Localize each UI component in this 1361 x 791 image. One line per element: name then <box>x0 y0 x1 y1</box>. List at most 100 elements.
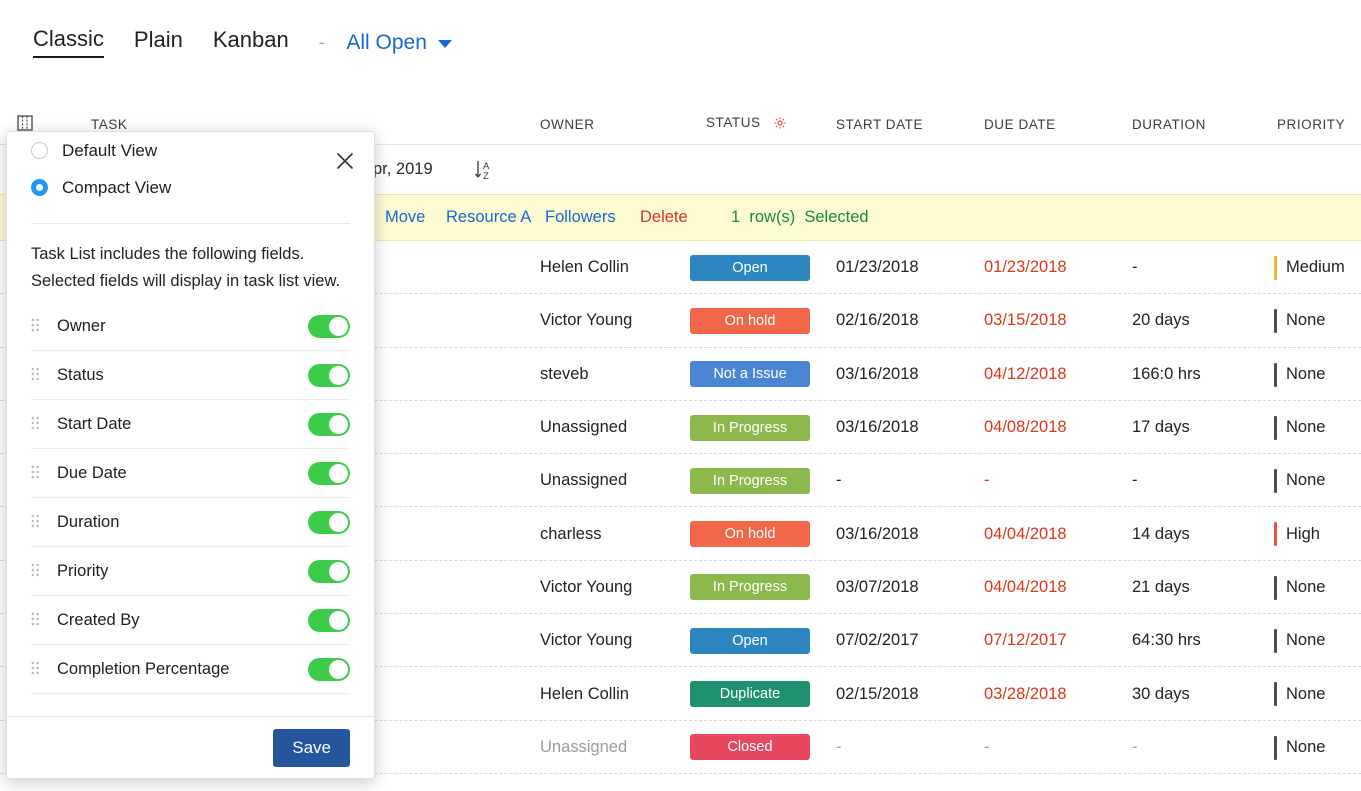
priority-label: None <box>1286 311 1326 330</box>
priority-color-bar <box>1274 415 1277 440</box>
cell-status[interactable]: Open <box>690 241 810 294</box>
cell-due-date: 01/23/2018 <box>984 258 1067 277</box>
view-tab-plain[interactable]: Plain <box>134 28 183 56</box>
cell-due-date: - <box>984 471 990 490</box>
view-tab-bar: Classic Plain Kanban - All Open <box>0 0 1361 85</box>
cell-status[interactable]: Closed <box>690 721 810 774</box>
drag-handle-icon[interactable] <box>31 367 57 383</box>
cell-duration: - <box>1132 258 1138 277</box>
filter-dropdown-label: All Open <box>346 30 427 54</box>
selected-count-suffix: row(s) <box>749 208 796 226</box>
column-header-task[interactable]: TASK <box>91 117 127 132</box>
priority-label: None <box>1286 364 1326 383</box>
column-header-duration[interactable]: DURATION <box>1132 117 1206 132</box>
field-toggle[interactable] <box>308 608 350 632</box>
sort-az-icon[interactable]: A Z <box>473 158 497 187</box>
priority-label: None <box>1286 471 1326 490</box>
modal-footer: Save <box>7 716 374 778</box>
modal-description: Task List includes the following fields.… <box>31 245 341 290</box>
cell-status[interactable]: On hold <box>690 507 810 560</box>
field-toggle-row[interactable]: Duration <box>31 498 350 548</box>
resource-action[interactable]: Resource A <box>446 208 531 227</box>
svg-text:Z: Z <box>483 171 489 182</box>
field-toggle[interactable] <box>308 559 350 583</box>
drag-handle-icon[interactable] <box>31 661 57 677</box>
column-header-start-date[interactable]: START DATE <box>836 117 923 132</box>
priority-color-bar <box>1274 469 1277 494</box>
cell-start-date: 03/16/2018 <box>836 524 919 543</box>
priority-color-bar <box>1274 575 1277 600</box>
cell-duration: 30 days <box>1132 684 1190 703</box>
cell-status[interactable]: In Progress <box>690 454 810 507</box>
field-label: Created By <box>57 610 140 629</box>
status-badge: Not a Issue <box>690 361 810 388</box>
column-header-due-date[interactable]: DUE DATE <box>984 117 1056 132</box>
delete-action[interactable]: Delete <box>640 208 688 227</box>
priority-label: None <box>1286 684 1326 703</box>
cell-due-date: 04/12/2018 <box>984 364 1067 383</box>
field-toggle[interactable] <box>308 657 350 681</box>
priority-label: None <box>1286 577 1326 596</box>
cell-status[interactable]: Not a Issue <box>690 348 810 401</box>
field-toggle-row[interactable]: Priority <box>31 547 350 597</box>
field-toggle-row[interactable]: Owner <box>31 302 350 352</box>
field-toggle-row[interactable]: Completion Percentage <box>31 645 350 695</box>
cell-status[interactable]: On hold <box>690 294 810 347</box>
view-tab-kanban[interactable]: Kanban <box>213 28 289 56</box>
view-tab-classic[interactable]: Classic <box>33 27 104 58</box>
drag-handle-icon[interactable] <box>31 318 57 334</box>
cell-status[interactable]: In Progress <box>690 561 810 614</box>
field-toggle-row[interactable]: Due Date <box>31 449 350 499</box>
filter-dropdown-all-open[interactable]: All Open <box>346 31 452 55</box>
cell-owner: Helen Collin <box>540 258 629 277</box>
radio-default-view[interactable]: Default View <box>31 132 350 169</box>
priority-label: None <box>1286 737 1326 756</box>
radio-compact-view[interactable]: Compact View <box>31 169 350 206</box>
followers-action[interactable]: Followers <box>545 208 616 227</box>
drag-handle-icon[interactable] <box>31 416 57 432</box>
cell-priority: None <box>1274 294 1360 347</box>
priority-color-bar <box>1274 362 1277 387</box>
view-tab-label: Kanban <box>212 27 289 53</box>
field-settings-modal: Default View Compact View Task List incl… <box>6 131 375 779</box>
view-separator: - <box>318 32 325 52</box>
field-toggle-row[interactable]: Status <box>31 351 350 401</box>
cell-duration: 14 days <box>1132 524 1190 543</box>
cell-duration: 166:0 hrs <box>1132 364 1201 383</box>
gear-icon[interactable] <box>773 117 787 133</box>
cell-status[interactable]: In Progress <box>690 401 810 454</box>
field-toggle[interactable] <box>308 314 350 338</box>
drag-handle-icon[interactable] <box>31 563 57 579</box>
field-toggle[interactable] <box>308 363 350 387</box>
cell-priority: None <box>1274 561 1360 614</box>
save-button[interactable]: Save <box>273 728 350 767</box>
field-toggle[interactable] <box>308 510 350 534</box>
cell-due-date: 04/04/2018 <box>984 524 1067 543</box>
cell-priority: Medium <box>1274 241 1360 294</box>
cell-priority: None <box>1274 348 1360 401</box>
field-toggle-row[interactable]: Start Date <box>31 400 350 450</box>
cell-status[interactable]: Duplicate <box>690 667 810 720</box>
cell-duration: 17 days <box>1132 418 1190 437</box>
column-header-owner[interactable]: OWNER <box>540 117 595 132</box>
field-toggle[interactable] <box>308 412 350 436</box>
cell-duration: 64:30 hrs <box>1132 631 1201 650</box>
cell-owner: Unassigned <box>540 418 628 437</box>
priority-label: None <box>1286 631 1326 650</box>
move-action[interactable]: Move <box>385 208 425 227</box>
field-label: Owner <box>57 316 106 335</box>
field-toggle[interactable] <box>308 461 350 485</box>
modal-body: Default View Compact View Task List incl… <box>7 132 374 716</box>
field-toggle-row[interactable]: Created By <box>31 596 350 646</box>
drag-handle-icon[interactable] <box>31 514 57 530</box>
field-label: Start Date <box>57 414 132 433</box>
cell-duration: - <box>1132 737 1138 756</box>
column-header-status[interactable]: STATUS <box>706 115 787 133</box>
close-icon[interactable] <box>333 149 357 173</box>
cell-status[interactable]: Open <box>690 614 810 667</box>
priority-color-bar <box>1274 735 1277 760</box>
column-header-priority[interactable]: PRIORITY <box>1277 117 1345 132</box>
cell-start-date: 03/16/2018 <box>836 418 919 437</box>
drag-handle-icon[interactable] <box>31 612 57 628</box>
drag-handle-icon[interactable] <box>31 465 57 481</box>
